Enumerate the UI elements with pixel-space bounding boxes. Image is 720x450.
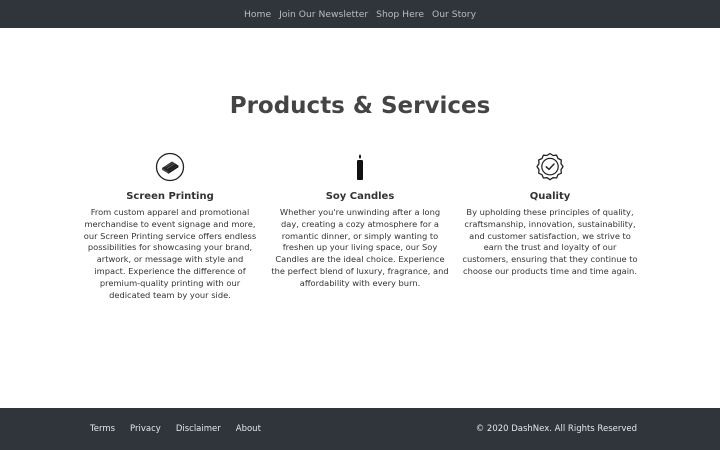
footer-links: Terms Privacy Disclaimer About [90, 408, 261, 450]
quality-badge-icon [535, 152, 565, 182]
footer-terms-link[interactable]: Terms [90, 424, 115, 434]
footer-about-link[interactable]: About [236, 424, 261, 434]
candle-icon [345, 152, 375, 182]
feature-description: Whether you're unwinding after a long da… [271, 207, 449, 288]
footer-disclaimer-link[interactable]: Disclaimer [176, 424, 221, 434]
nav-home-link[interactable]: Home [244, 9, 271, 20]
feature-title: Screen Printing [126, 191, 214, 202]
feature-quality: Quality By upholding these principles of… [460, 152, 640, 301]
copyright-text: © 2020 DashNex. All Rights Reserved [475, 424, 637, 434]
printer-icon [155, 152, 185, 182]
feature-screen-printing: Screen Printing From custom apparel and … [80, 152, 260, 301]
feature-title: Soy Candles [325, 191, 395, 202]
feature-soy-candles: Soy Candles Whether you're unwinding aft… [270, 152, 450, 301]
feature-title: Quality [529, 191, 571, 202]
nav-newsletter-link[interactable]: Join Our Newsletter [279, 9, 368, 20]
nav-shop-link[interactable]: Shop Here [376, 9, 424, 20]
feature-description: By upholding these principles of quality… [462, 207, 638, 276]
footer: Terms Privacy Disclaimer About © 2020 Da… [0, 408, 720, 450]
feature-description: From custom apparel and promotional merc… [83, 207, 257, 300]
nav-story-link[interactable]: Our Story [432, 9, 476, 20]
features-section: Screen Printing From custom apparel and … [80, 152, 640, 301]
footer-privacy-link[interactable]: Privacy [130, 424, 161, 434]
page-title: Products & Services [229, 93, 491, 119]
top-navigation: Home Join Our Newsletter Shop Here Our S… [0, 0, 720, 28]
